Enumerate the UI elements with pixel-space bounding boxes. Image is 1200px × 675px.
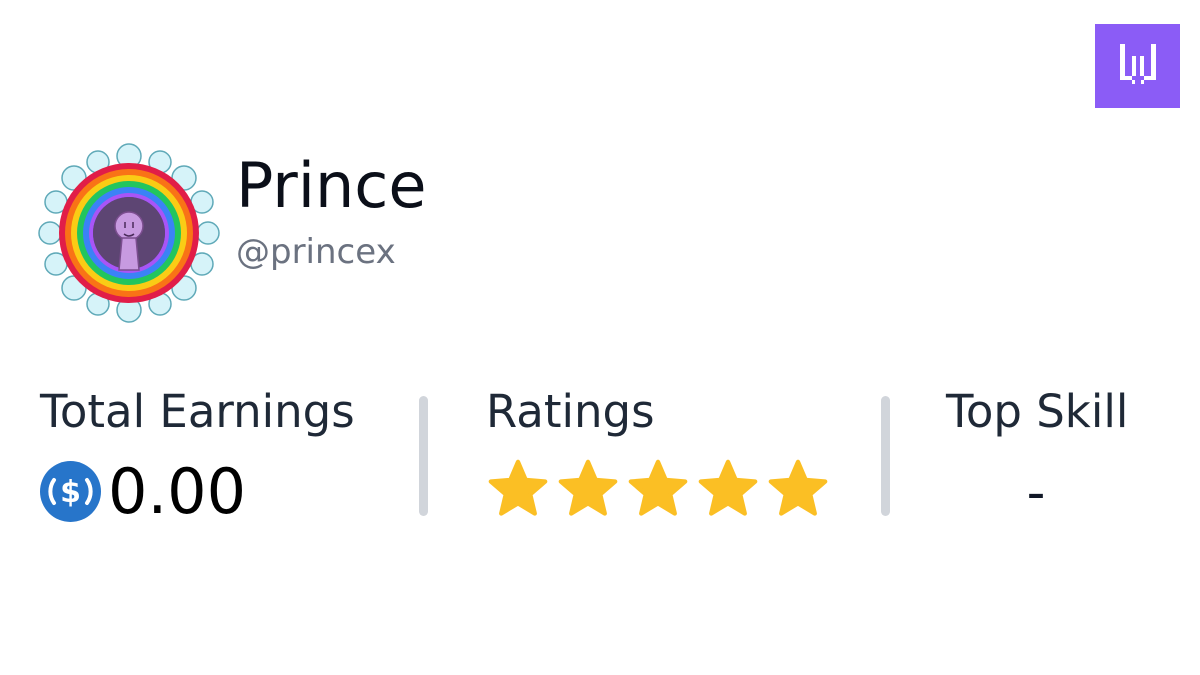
star-icon [768, 459, 828, 516]
usdc-coin-icon: $ [40, 461, 101, 522]
star-icon [628, 459, 688, 516]
total-earnings-label: Total Earnings [40, 385, 355, 438]
profile-handle: @princex [236, 232, 396, 272]
star-icon [488, 459, 548, 516]
top-skill-label: Top Skill [946, 385, 1129, 438]
profile-name: Prince [236, 149, 427, 222]
top-skill-value: - [1026, 463, 1046, 523]
rainbow-pixel-avatar-icon [38, 143, 220, 323]
total-earnings-value: 0.00 [108, 455, 247, 528]
rating-stars [486, 457, 830, 521]
star-icon [558, 459, 618, 516]
stats-divider [419, 396, 428, 516]
ratings-label: Ratings [486, 385, 655, 438]
workmate-logo-icon [1119, 44, 1156, 84]
avatar[interactable] [38, 142, 220, 324]
brand-logo[interactable] [1095, 24, 1180, 108]
svg-text:$: $ [60, 475, 81, 510]
stats-divider [881, 396, 890, 516]
star-icon [698, 459, 758, 516]
